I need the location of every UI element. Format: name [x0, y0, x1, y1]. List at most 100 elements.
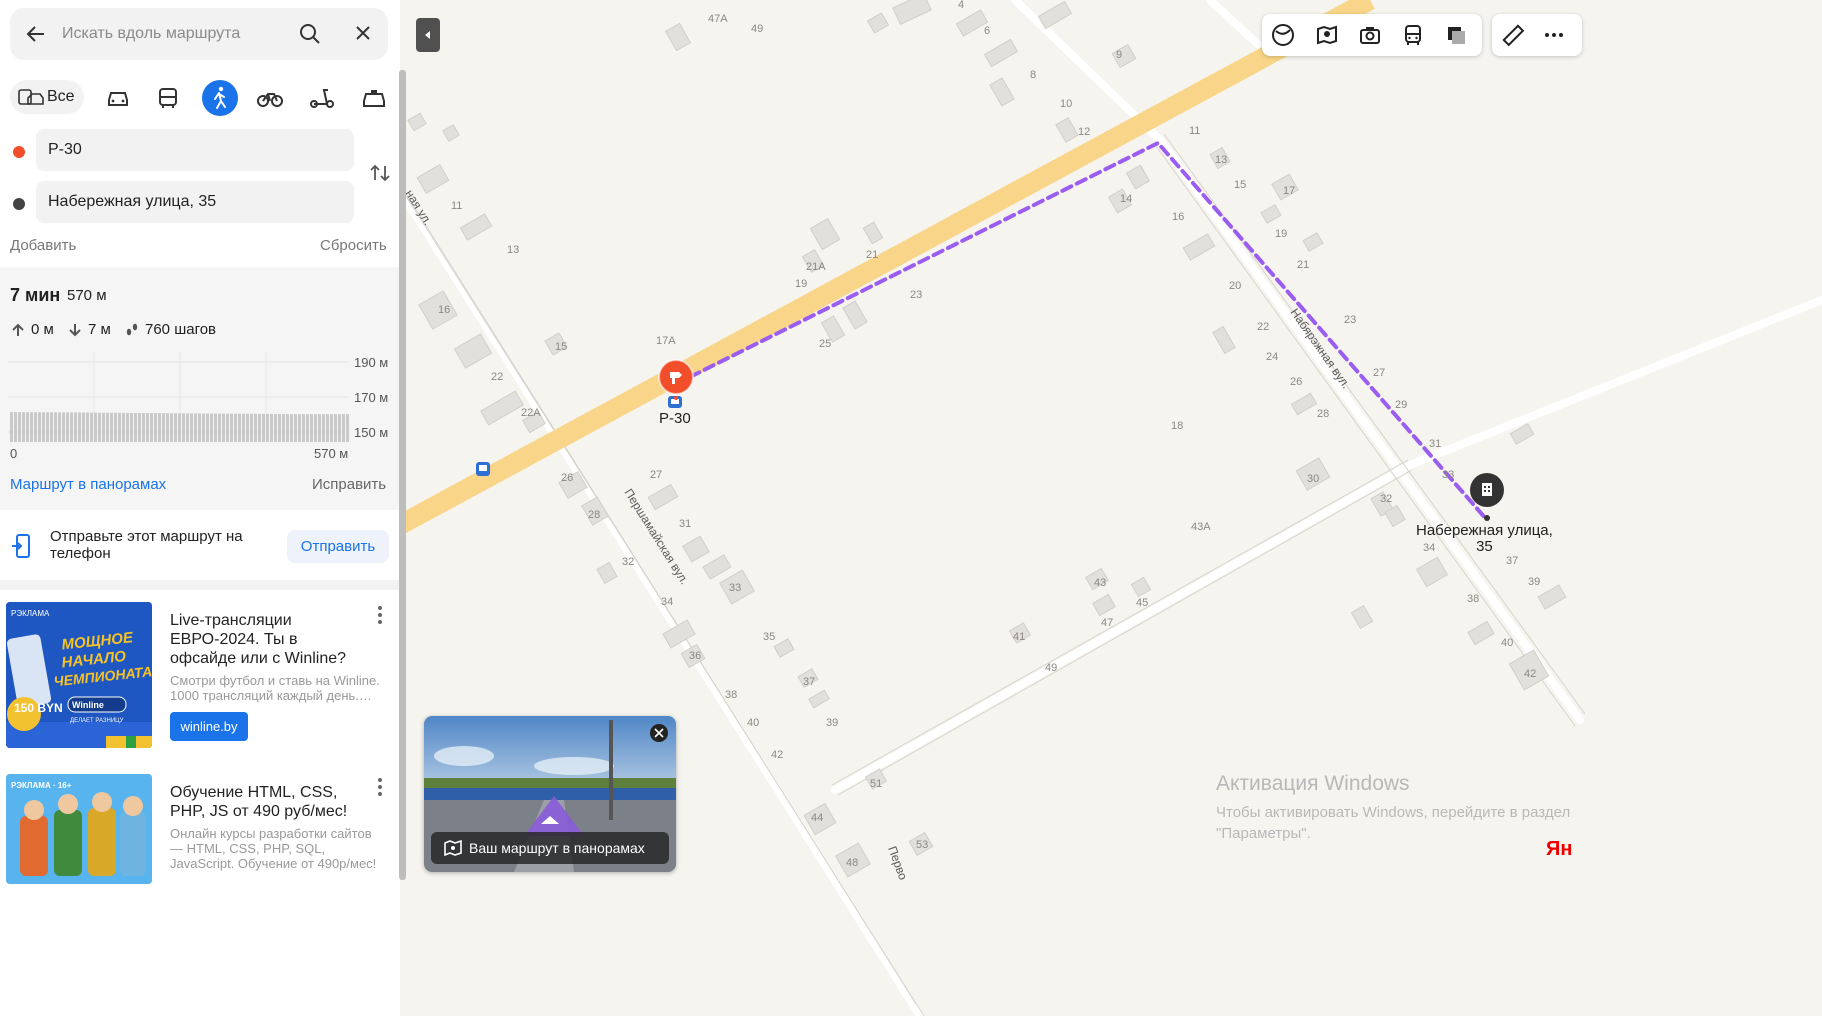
photos-icon[interactable] [1358, 23, 1382, 47]
route-to-field[interactable]: Набережная улица, 35 [36, 181, 354, 223]
svg-text:11: 11 [451, 200, 462, 212]
steps-value: 760 шагов [145, 321, 217, 338]
svg-text:48: 48 [846, 857, 858, 869]
phone-send-icon [12, 534, 30, 558]
svg-text:27: 27 [1373, 367, 1385, 379]
svg-text:21: 21 [866, 249, 878, 261]
ad-title-2[interactable]: Обучение HTML, CSS, PHP, JS от 490 руб/м… [170, 783, 360, 821]
ad-menu-icon-2[interactable] [375, 775, 385, 804]
elevation-bar [254, 413, 257, 442]
elevation-bar [42, 412, 45, 442]
route-distance: 570 м [67, 287, 107, 304]
bus-mode-icon[interactable] [152, 82, 184, 114]
mode-all-button[interactable]: Все [10, 80, 84, 114]
traffic-icon[interactable] [1444, 23, 1468, 47]
transport-icon[interactable] [1401, 23, 1425, 47]
ad-image-winline[interactable]: 150 BYN РЭКЛАМА МОЩНОЕ НАЧАЛО ЧЕМПИОНАТА… [6, 602, 152, 748]
elevation-bar [58, 412, 61, 442]
svg-text:30: 30 [1307, 473, 1319, 485]
elevation-label-top: 190 м [354, 355, 389, 370]
map-tools-toolbar [1492, 14, 1582, 56]
elevation-bar [230, 413, 233, 442]
elevation-bar [194, 413, 197, 442]
layers-map-icon[interactable] [1271, 23, 1295, 47]
ad-image-brand: Winline [72, 700, 104, 710]
svg-text:53: 53 [916, 839, 928, 851]
collapse-panel-button[interactable] [416, 18, 440, 52]
elevation-chart [8, 352, 349, 442]
descent-value: 7 м [88, 321, 111, 338]
route-search-box[interactable]: Искать вдоль маршрута [10, 8, 388, 60]
elevation-bar [18, 412, 21, 442]
svg-text:22А: 22А [521, 407, 541, 419]
elevation-bar [22, 412, 25, 442]
elevation-bar [218, 413, 221, 442]
panorama-preview[interactable]: Ваш маршрут в панорамах [424, 716, 676, 872]
route-from-value: Р-30 [48, 141, 82, 158]
send-button[interactable]: Отправить [287, 530, 389, 563]
add-point-link[interactable]: Добавить [10, 237, 76, 254]
panel-scrollbar[interactable] [399, 70, 406, 880]
elevation-bar [274, 413, 277, 442]
elevation-bar [338, 414, 341, 442]
pedestrian-mode-icon[interactable] [202, 80, 238, 116]
route-from-field[interactable]: Р-30 [36, 129, 354, 171]
elevation-bar [182, 413, 185, 442]
route-time: 7 мин [10, 285, 61, 305]
svg-text:36: 36 [689, 650, 701, 662]
elevation-bar [154, 413, 157, 442]
ruler-icon[interactable] [1501, 23, 1525, 47]
windows-activation-text: Чтобы активировать Windows, перейдите в … [1216, 804, 1571, 842]
elevation-bar [318, 414, 321, 442]
fix-route-link[interactable]: Исправить [312, 476, 386, 493]
car-mode-icon[interactable] [102, 82, 134, 114]
svg-text:37: 37 [1506, 555, 1518, 567]
footsteps-icon [126, 323, 138, 336]
ad-badge: РЭКЛАМА [11, 609, 50, 618]
ad-image-courses[interactable]: РЭКЛАМА · 16+ [6, 774, 152, 884]
elevation-bar [78, 412, 81, 442]
yandex-logo: Ян [1546, 838, 1573, 860]
elevation-bar [146, 413, 149, 442]
panorama-icon[interactable] [1315, 23, 1339, 47]
search-placeholder[interactable]: Искать вдоль маршрута [62, 25, 240, 43]
svg-text:16: 16 [1172, 211, 1184, 223]
route-panorama-link[interactable]: Маршрут в панорамах [10, 476, 166, 493]
svg-text:18: 18 [1171, 420, 1183, 432]
svg-text:33: 33 [1442, 469, 1454, 481]
svg-text:9: 9 [1116, 49, 1122, 61]
close-icon[interactable] [352, 22, 374, 44]
elevation-bar [170, 413, 173, 442]
ad-menu-icon[interactable] [375, 603, 385, 632]
taxi-mode-icon[interactable] [358, 82, 390, 114]
svg-text:43: 43 [1094, 577, 1106, 589]
svg-text:35: 35 [763, 631, 775, 643]
reset-route-link[interactable]: Сбросить [320, 237, 387, 254]
bicycle-mode-icon[interactable] [254, 82, 286, 114]
elevation-bar [210, 413, 213, 442]
back-arrow-icon[interactable] [24, 22, 48, 46]
elevation-bar [110, 412, 113, 442]
svg-text:26: 26 [1290, 376, 1302, 388]
ad-desc-1: Смотри футбол и ставь на Winline. 1000 т… [170, 673, 380, 703]
swap-icon[interactable] [369, 162, 391, 184]
bus-stop-icon[interactable] [476, 462, 490, 476]
elevation-bar [226, 413, 229, 442]
elevation-bar [330, 414, 333, 442]
search-icon[interactable] [298, 22, 322, 46]
elevation-bar [306, 414, 309, 442]
svg-text:14: 14 [1120, 193, 1132, 205]
panorama-close-button[interactable] [650, 724, 668, 742]
svg-text:40: 40 [747, 717, 759, 729]
ad-link-button[interactable]: winline.by [170, 712, 248, 741]
elevation-bar [118, 412, 121, 442]
elevation-bar [34, 412, 37, 442]
scooter-mode-icon[interactable] [306, 82, 338, 114]
svg-text:31: 31 [1429, 438, 1441, 450]
elevation-bar [114, 412, 117, 442]
panorama-label-bar[interactable]: Ваш маршрут в панорамах [431, 832, 669, 864]
more-icon[interactable] [1542, 23, 1566, 47]
ad-title-1[interactable]: Live-трансляции ЕВРО-2024. Ты в офсайде … [170, 611, 360, 668]
ascent-icon [12, 323, 24, 336]
elevation-bar [294, 414, 297, 442]
